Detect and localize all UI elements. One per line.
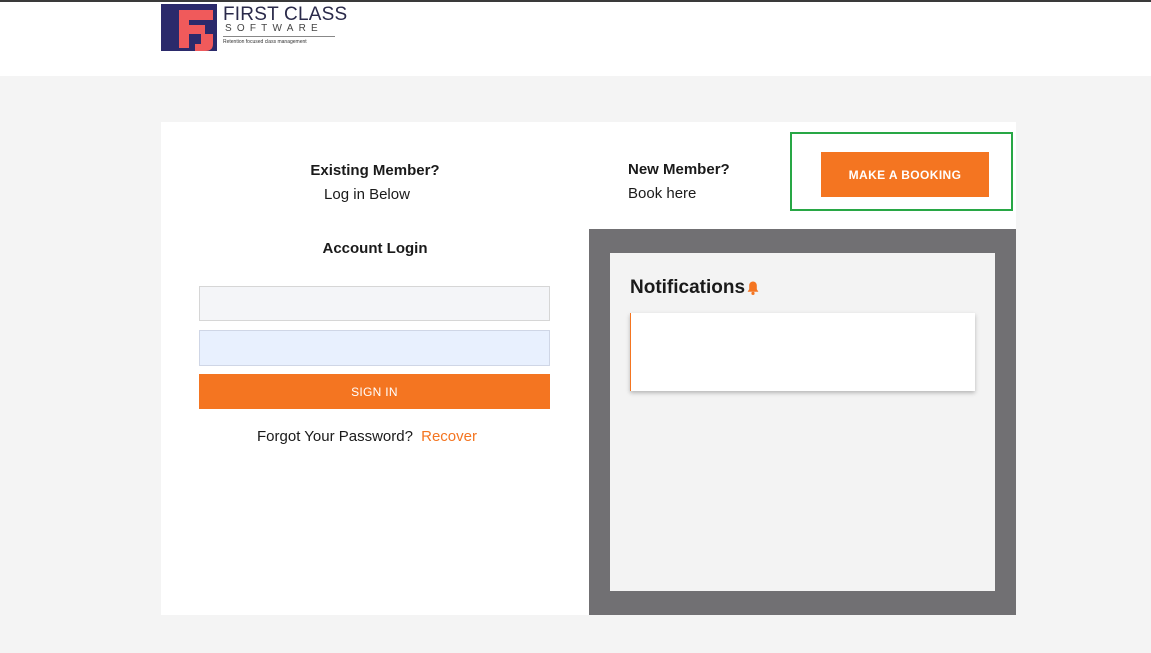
logo-tagline: Retention focused class management — [223, 39, 307, 45]
notifications-title: Notifications — [630, 277, 746, 298]
new-member-heading: New Member? — [628, 161, 730, 178]
account-login-heading: Account Login — [322, 240, 428, 257]
site-header: FIRST CLASS SOFTWARE Retention focused c… — [0, 2, 1151, 76]
notifications-panel: Notifications — [589, 229, 1016, 615]
notifications-container: Notifications — [610, 253, 995, 591]
logo-subtitle: SOFTWARE — [225, 23, 323, 34]
notification-card[interactable] — [630, 313, 975, 391]
brand-logo[interactable]: FIRST CLASS SOFTWARE Retention focused c… — [161, 4, 347, 54]
password-input[interactable] — [199, 330, 550, 366]
make-booking-button[interactable]: MAKE A BOOKING — [821, 152, 989, 197]
recover-link[interactable]: Recover — [421, 428, 477, 445]
logo-divider — [223, 36, 335, 37]
forgot-password-text: Forgot Your Password? — [257, 428, 413, 445]
sign-in-button[interactable]: SIGN IN — [199, 374, 550, 409]
username-input[interactable] — [199, 286, 550, 321]
existing-member-heading: Existing Member? — [310, 162, 440, 179]
notifications-heading: Notifications — [630, 277, 760, 299]
logo-mark-icon — [161, 4, 217, 51]
existing-member-subtext: Log in Below — [324, 186, 410, 203]
new-member-subtext: Book here — [628, 185, 697, 202]
forgot-password-row: Forgot Your Password? Recover — [161, 428, 573, 445]
bell-icon — [747, 281, 759, 295]
login-card: Existing Member? Log in Below Account Lo… — [161, 122, 1016, 615]
